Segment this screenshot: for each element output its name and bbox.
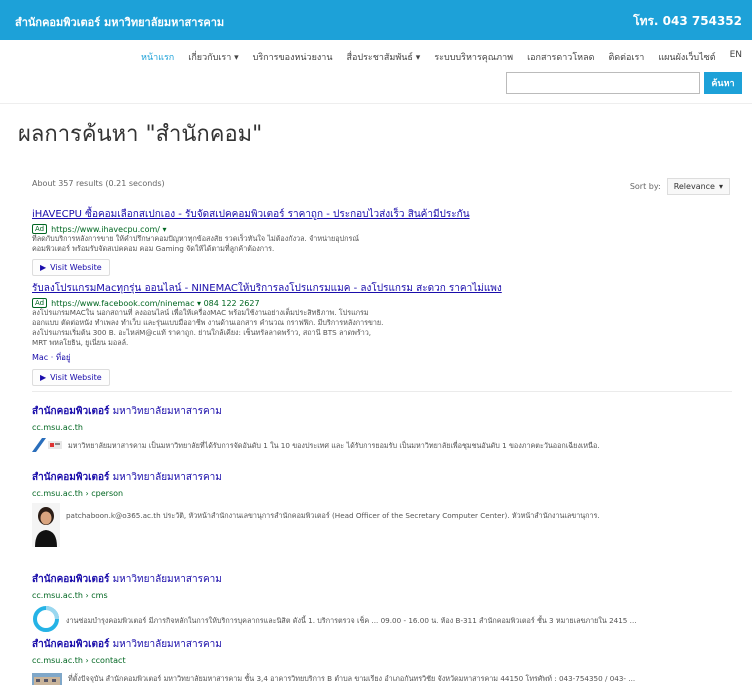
result-title[interactable]: สำนักคอมพิวเตอร์ มหาวิทยาลัยมหาสารคาม xyxy=(32,404,732,419)
sort-select[interactable]: Relevance ▾ xyxy=(666,178,730,195)
nav-item-home[interactable]: หน้าแรก xyxy=(141,50,174,64)
search-button[interactable]: ค้นหา xyxy=(704,72,742,94)
search-input[interactable] xyxy=(506,72,700,94)
ad-snippet-line: ลงโปรแกรมเริ่มต้น 300 B. อะไหล่M@cแท้ รา… xyxy=(32,328,372,337)
ad-url-line: Ad https://www.facebook.com/ninemac ▾ 08… xyxy=(32,298,732,308)
nav-item-about[interactable]: เกี่ยวกับเรา ▾ xyxy=(188,50,238,64)
university-banner-icon xyxy=(32,437,62,456)
ad-snippet-line: ที่ลดกับบริการหลังการขาย ให้คำปรึกษาคอมป… xyxy=(32,234,359,243)
visit-website-label: Visit Website xyxy=(50,263,102,272)
search-result: สำนักคอมพิวเตอร์ มหาวิทยาลัยมหาสารคาม cc… xyxy=(32,470,732,551)
visit-website-label: Visit Website xyxy=(50,373,102,382)
ad-snippet-line: MRT พหลโยธิน, ยูเนี่ยน มอลล์. xyxy=(32,338,129,347)
result-body: งานซ่อมบำรุงคอมพิวเตอร์ มีภารกิจหลักในกา… xyxy=(32,605,732,637)
search-result: สำนักคอมพิวเตอร์ มหาวิทยาลัยมหาสารคาม cc… xyxy=(32,572,732,637)
nav-item-services[interactable]: บริการของหน่วยงาน xyxy=(253,50,333,64)
result-stats: About 357 results (0.21 seconds) xyxy=(32,179,165,188)
ads-separator xyxy=(32,391,732,392)
result-body: มหาวิทยาลัยมหาสารคาม เป็นมหาวิทยาลัยที่ไ… xyxy=(32,437,732,456)
site-name[interactable]: สำนักคอมพิวเตอร์ มหาวิทยาลัยมหาสารคาม xyxy=(15,13,224,31)
result-title[interactable]: สำนักคอมพิวเตอร์ มหาวิทยาลัยมหาสารคาม xyxy=(32,470,732,485)
result-title-bold: สำนักคอมพิวเตอร์ xyxy=(32,472,110,483)
sort-label: Sort by: xyxy=(629,182,661,191)
ad-snippet-line: ลงโปรแกรมMACใน นอกสถานที่ ลงออนไลน์ เพื่… xyxy=(32,308,369,317)
ad-title[interactable]: iHAVECPU ซื้อคอมเลือกสเปกเอง - รับจัดสเป… xyxy=(32,207,732,222)
nav-item-contact[interactable]: ติดต่อเรา xyxy=(608,50,644,64)
result-body: ที่ตั้งปัจจุบัน สำนักคอมพิวเตอร์ มหาวิทย… xyxy=(32,670,732,689)
nav-item-english[interactable]: EN xyxy=(730,50,742,64)
ad-snippet-line: ออกแบบ ตัดต่อหนัง ทำเพลง ทำเว็บ และรุ่นแ… xyxy=(32,318,384,327)
result-title-bold: สำนักคอมพิวเตอร์ xyxy=(32,406,110,417)
result-title-bold: สำนักคอมพิวเตอร์ xyxy=(32,639,110,650)
ad-result: รับลงโปรแกรมMacทุกรุ่น ออนไลน์ - NINEMAC… xyxy=(32,281,732,386)
nav-item-downloads[interactable]: เอกสารดาวโหลด xyxy=(527,50,594,64)
result-snippet: มหาวิทยาลัยมหาสารคาม เป็นมหาวิทยาลัยที่ไ… xyxy=(68,441,600,450)
header-divider xyxy=(0,103,752,104)
sort-selected: Relevance xyxy=(673,182,715,191)
site-header: สำนักคอมพิวเตอร์ มหาวิทยาลัยมหาสารคาม โท… xyxy=(0,0,752,40)
building-photo-icon xyxy=(32,670,62,689)
result-title-rest: มหาวิทยาลัยมหาสารคาม xyxy=(109,574,222,585)
ad-sitelinks[interactable]: Mac · ที่อยู่ xyxy=(32,351,732,364)
chevron-down-icon: ▾ xyxy=(718,182,723,191)
search-result: สำนักคอมพิวเตอร์ มหาวิทยาลัยมหาสารคาม cc… xyxy=(32,404,732,456)
ad-badge: Ad xyxy=(32,224,48,234)
result-url[interactable]: cc.msu.ac.th › cperson xyxy=(32,489,732,498)
result-title-bold: สำนักคอมพิวเตอร์ xyxy=(32,574,110,585)
result-body: patchaboon.k@o365.ac.th ประวัติ, หัวหน้า… xyxy=(32,503,732,551)
result-title[interactable]: สำนักคอมพิวเตอร์ มหาวิทยาลัยมหาสารคาม xyxy=(32,637,732,652)
ad-badge: Ad xyxy=(32,298,48,308)
result-snippet: งานซ่อมบำรุงคอมพิวเตอร์ มีภารกิจหลักในกา… xyxy=(66,615,637,625)
site-search: ค้นหา xyxy=(506,72,742,94)
ad-title[interactable]: รับลงโปรแกรมMacทุกรุ่น ออนไลน์ - NINEMAC… xyxy=(32,281,732,296)
result-url[interactable]: cc.msu.ac.th xyxy=(32,423,732,432)
nav-item-quality[interactable]: ระบบบริหารคุณภาพ xyxy=(434,50,513,64)
result-title-rest: มหาวิทยาลัยมหาสารคาม xyxy=(109,472,222,483)
result-snippet: patchaboon.k@o365.ac.th ประวัติ, หัวหน้า… xyxy=(66,511,600,520)
person-photo-icon xyxy=(32,503,60,551)
result-url[interactable]: cc.msu.ac.th › ccontact xyxy=(32,656,732,665)
page-title: ผลการค้นหา "สำนักคอม" xyxy=(18,122,263,147)
visit-website-button[interactable]: ▶ Visit Website xyxy=(32,369,110,386)
circle-logo-icon xyxy=(32,605,60,637)
result-title-rest: มหาวิทยาลัยมหาสารคาม xyxy=(109,406,222,417)
search-result: สำนักคอมพิวเตอร์ มหาวิทยาลัยมหาสารคาม cc… xyxy=(32,637,732,689)
ad-url[interactable]: https://www.ihavecpu.com/ ▾ xyxy=(51,225,166,234)
result-snippet: ที่ตั้งปัจจุบัน สำนักคอมพิวเตอร์ มหาวิทย… xyxy=(68,674,636,683)
result-url[interactable]: cc.msu.ac.th › cms xyxy=(32,591,732,600)
ad-result: iHAVECPU ซื้อคอมเลือกสเปกเอง - รับจัดสเป… xyxy=(32,207,732,276)
ad-url-line: Ad https://www.ihavecpu.com/ ▾ xyxy=(32,224,732,234)
main-nav: หน้าแรก เกี่ยวกับเรา ▾ บริการของหน่วยงาน… xyxy=(141,50,742,64)
phone-number: โทร. 043 754352 xyxy=(633,14,742,28)
visit-website-button[interactable]: ▶ Visit Website xyxy=(32,259,110,276)
nav-item-sitemap[interactable]: แผนผังเว็บไซต์ xyxy=(658,50,715,64)
nav-item-pr[interactable]: สื่อประชาสัมพันธ์ ▾ xyxy=(346,50,420,64)
ad-snippet-line: คอมพิวเตอร์ พร้อมรับจัดสเปคคอม คอม Gamin… xyxy=(32,244,275,253)
result-title[interactable]: สำนักคอมพิวเตอร์ มหาวิทยาลัยมหาสารคาม xyxy=(32,572,732,587)
sort-control: Sort by: Relevance ▾ xyxy=(630,178,730,195)
play-arrow-icon: ▶ xyxy=(40,373,47,382)
play-arrow-icon: ▶ xyxy=(40,263,47,272)
result-title-rest: มหาวิทยาลัยมหาสารคาม xyxy=(109,639,222,650)
ad-url[interactable]: https://www.facebook.com/ninemac ▾ 084 1… xyxy=(51,299,259,308)
